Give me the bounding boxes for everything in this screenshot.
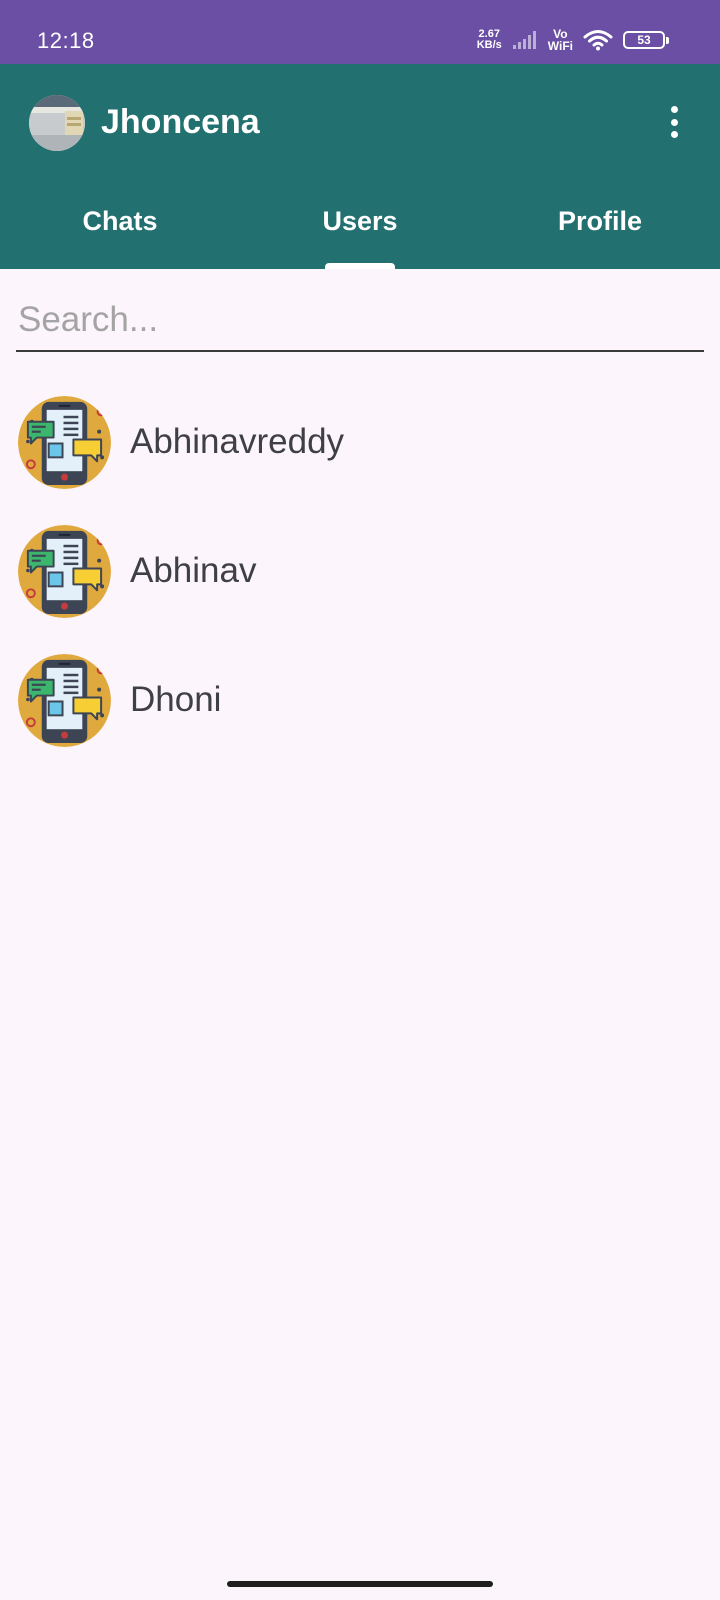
user-list: Abhinavreddy Abhinav Dhoni	[0, 386, 720, 773]
more-options-icon[interactable]	[662, 102, 686, 142]
vowifi-bottom: WiFi	[547, 39, 573, 53]
user-name: Abhinav	[130, 551, 257, 590]
search-field	[16, 296, 704, 352]
network-speed-unit: KB/s	[476, 39, 502, 51]
battery-icon: 53	[623, 31, 669, 49]
user-name: Abhinavreddy	[130, 422, 345, 461]
tab-chats[interactable]: Chats	[0, 194, 240, 269]
tab-selected-indicator	[325, 263, 395, 269]
menu-dot	[670, 131, 678, 138]
user-name: Dhoni	[130, 680, 222, 719]
battery-level: 53	[637, 33, 651, 47]
network-speed: 2.67 KB/s	[477, 29, 502, 51]
menu-dot	[670, 118, 678, 126]
tab-label: Users	[322, 206, 398, 236]
chat-app-avatar-icon	[18, 654, 111, 747]
wifi-icon	[583, 29, 613, 51]
status-icons: 2.67 KB/s Vo WiFi 53	[477, 26, 669, 54]
user-list-item[interactable]: Abhinav	[0, 515, 720, 644]
tab-label: Profile	[557, 206, 643, 236]
tab-label: Chats	[82, 206, 158, 236]
status-time: 12:18	[37, 28, 95, 53]
search-input[interactable]	[16, 296, 704, 350]
chat-app-avatar-icon	[18, 396, 111, 489]
app-bar: Jhoncena Chats Users Profile	[0, 64, 720, 269]
chat-app-avatar-icon	[18, 525, 111, 618]
tab-profile[interactable]: Profile	[480, 194, 720, 269]
tab-users[interactable]: Users	[240, 194, 480, 269]
user-list-item[interactable]: Dhoni	[0, 644, 720, 773]
signal-icon	[512, 30, 538, 50]
status-bar: 12:18 2.67 KB/s Vo WiFi 53	[0, 0, 720, 64]
vowifi-indicator: Vo WiFi	[548, 28, 573, 52]
profile-avatar[interactable]	[29, 95, 85, 151]
home-indicator[interactable]	[227, 1581, 493, 1587]
tab-bar: Chats Users Profile	[0, 194, 720, 269]
app-title: Jhoncena	[101, 103, 260, 141]
menu-dot	[670, 106, 678, 113]
user-list-item[interactable]: Abhinavreddy	[0, 386, 720, 515]
